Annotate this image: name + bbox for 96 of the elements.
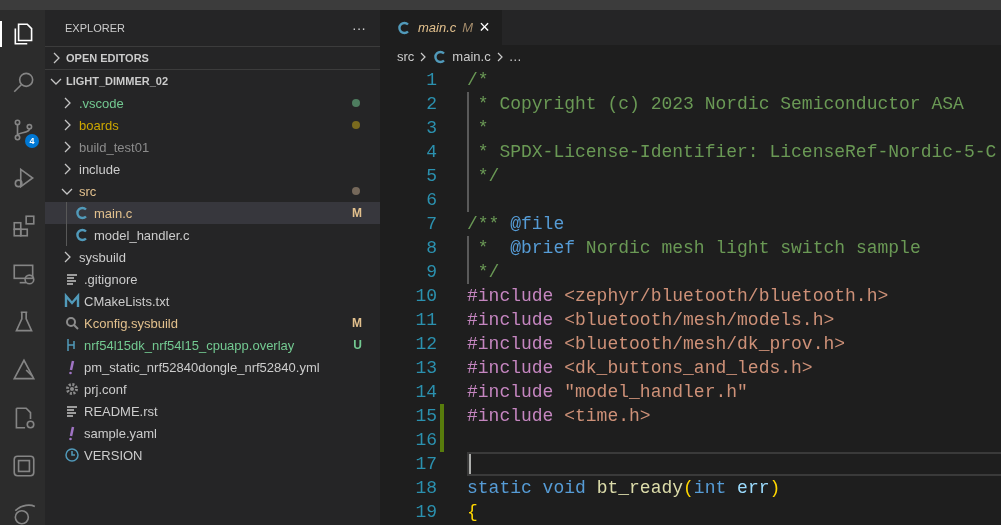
c-file-icon [74, 227, 90, 243]
file-row[interactable]: README.rst [45, 400, 380, 422]
file-row[interactable]: prj.conf [45, 378, 380, 400]
section-header[interactable]: OPEN EDITORS [45, 46, 380, 69]
editor-tab[interactable]: main.c M × [380, 10, 502, 45]
line-number: 4 [425, 141, 437, 164]
folder-row[interactable]: include [45, 158, 380, 180]
file-row[interactable]: pm_static_nrf52840dongle_nrf52840.yml [45, 356, 380, 378]
file-name: .gitignore [84, 271, 139, 287]
file-row[interactable]: model_handler.c [45, 224, 380, 246]
file-name: model_handler.c [94, 227, 191, 243]
line-number: 19 [414, 501, 437, 524]
file-name: .vscode [79, 95, 125, 111]
line-number: 2 [425, 93, 437, 116]
file-row[interactable]: nrf54l15dk_nrf54l15_cpuapp.overlay U [45, 334, 380, 356]
folder-row[interactable]: build_test01 [45, 136, 380, 158]
code-line: #include <dk_buttons_and_leds.h> [467, 358, 813, 378]
c-file-icon [74, 205, 90, 221]
file-name: src [79, 183, 98, 199]
git-status: M [352, 316, 362, 330]
git-status: M [352, 206, 362, 220]
line-number: 12 [414, 333, 437, 356]
code-line: static void bt_ready(int err) [467, 478, 781, 498]
line-number: 16 [414, 429, 437, 452]
line-number: 9 [425, 261, 437, 284]
folder-row[interactable]: sysbuild [45, 246, 380, 268]
panel-title: EXPLORER [65, 22, 125, 34]
code-line: #include <bluetooth/mesh/models.h> [467, 310, 835, 330]
file-row[interactable]: Kconfig.sysbuild M [45, 312, 380, 334]
git-status: M [462, 20, 474, 35]
file-name: sample.yaml [84, 425, 158, 441]
line-number: 11 [414, 309, 437, 332]
clock-icon [64, 447, 80, 463]
line-number: 1 [425, 69, 437, 92]
file-name: Kconfig.sysbuild [84, 315, 179, 331]
line-number: 10 [414, 285, 437, 308]
line-number: 8 [425, 237, 437, 260]
file-row[interactable]: main.c M [45, 202, 380, 224]
tab-label: main.c [418, 20, 457, 35]
file-name: prj.conf [84, 381, 128, 397]
line-number: 5 [425, 165, 437, 188]
file-row[interactable]: sample.yaml [45, 422, 380, 444]
code-line: #include "model_handler.h" [467, 382, 748, 402]
section-header[interactable]: LIGHT_DIMMER_02 [45, 69, 380, 92]
extensions-icon [10, 213, 37, 239]
file-name: sysbuild [79, 249, 127, 265]
file-name: main.c [94, 205, 134, 221]
code-line: /* [467, 70, 489, 90]
line-number: 15 [414, 405, 437, 428]
file-name: build_test01 [79, 139, 151, 155]
code-line: #include <bluetooth/mesh/dk_prov.h> [467, 334, 846, 354]
code-line: * @brief Nordic mesh light switch sample [476, 238, 921, 258]
breadcrumb[interactable]: src [397, 49, 415, 64]
code-line: * Copyright (c) 2023 Nordic Semiconductor ASA [476, 94, 964, 114]
file-row[interactable]: .gitignore [45, 268, 380, 290]
code-line: * SPDX-License-Identifier: LicenseRef-Nordic-5-C [476, 142, 997, 162]
file-name: VERSION [84, 447, 144, 463]
text-cursor [469, 454, 471, 474]
folder-row[interactable]: src [45, 180, 380, 202]
file-name: README.rst [84, 403, 159, 419]
file-row[interactable]: VERSION [45, 444, 380, 466]
file-name: boards [79, 117, 120, 133]
code-line: { [467, 502, 478, 522]
file-row[interactable]: CMakeLists.txt [45, 290, 380, 312]
folder-row[interactable]: .vscode [45, 92, 380, 114]
file-name: include [79, 161, 122, 177]
line-number: 17 [414, 453, 437, 476]
code-line: */ [476, 166, 500, 186]
code-line: /** @file [467, 214, 565, 234]
chip-icon [10, 453, 37, 479]
line-number: 14 [414, 381, 437, 404]
line-number: 6 [425, 189, 437, 212]
file-name: CMakeLists.txt [84, 293, 171, 309]
code-line: */ [476, 262, 500, 282]
line-number: 3 [425, 117, 437, 140]
file-name: pm_static_nrf52840dongle_nrf52840.yml [84, 359, 321, 375]
lines-icon [64, 403, 80, 419]
lines-icon [64, 271, 80, 287]
close-icon[interactable]: × [479, 17, 490, 38]
more-actions[interactable]: ··· [352, 20, 366, 36]
breadcrumb[interactable]: … [508, 49, 522, 64]
count-badge: 4 [25, 134, 39, 148]
section-title: OPEN EDITORS [66, 52, 149, 64]
line-number: 18 [414, 477, 437, 500]
line-number: 13 [414, 357, 437, 380]
folder-row[interactable]: boards [45, 114, 380, 136]
line-number: 7 [425, 213, 437, 236]
git-status: U [353, 338, 362, 352]
c-file-icon [396, 19, 412, 36]
code-line: #include <time.h> [467, 406, 651, 426]
file-name: nrf54l15dk_nrf54l15_cpuapp.overlay [84, 337, 296, 353]
code-line: * [476, 118, 489, 138]
section-title: LIGHT_DIMMER_02 [66, 75, 169, 87]
code-line: #include <zephyr/bluetooth/bluetooth.h> [467, 286, 889, 306]
m-icon [64, 293, 80, 309]
breadcrumb[interactable]: main.c [452, 49, 491, 64]
